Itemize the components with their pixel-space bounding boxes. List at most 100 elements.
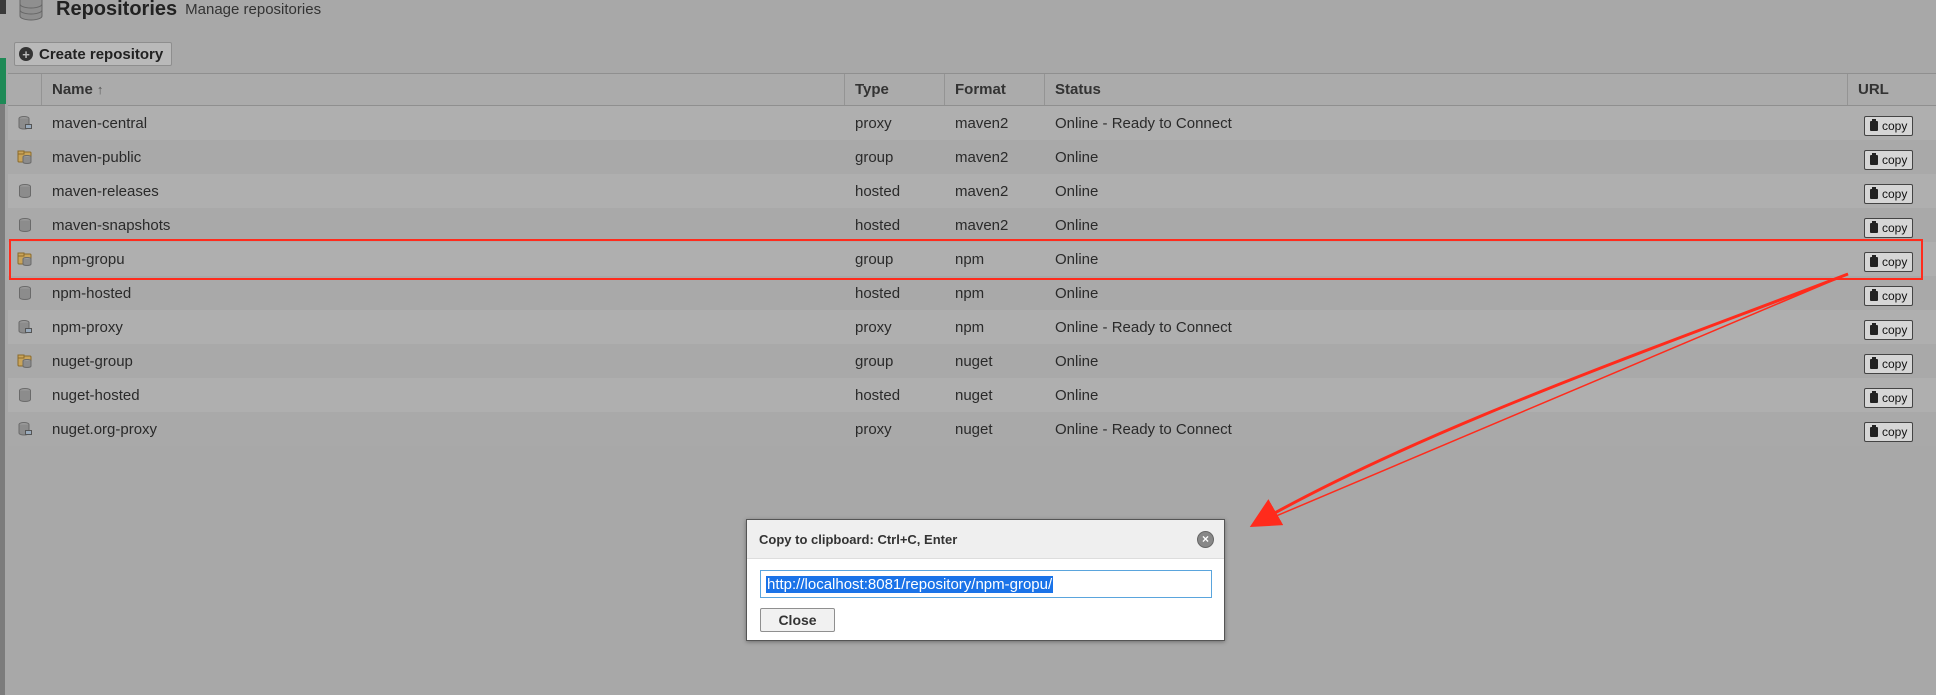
table-row[interactable]: maven-central proxy maven2 Online - Ready t… bbox=[8, 106, 1936, 140]
repo-type: hosted bbox=[855, 284, 901, 302]
repo-url-cell: copy bbox=[1848, 276, 1936, 310]
left-edge-accent bbox=[0, 58, 6, 104]
copy-label: copy bbox=[1882, 391, 1908, 405]
copy-url-button[interactable]: copy bbox=[1864, 320, 1914, 340]
clipboard-icon bbox=[1870, 425, 1878, 437]
table-row[interactable]: npm-proxy proxy npm Online - Ready to Conne… bbox=[8, 310, 1936, 344]
proxy-repo-icon bbox=[8, 412, 42, 446]
group-repo-icon bbox=[8, 242, 42, 276]
column-header-icon bbox=[8, 74, 42, 105]
copy-url-button[interactable]: copy bbox=[1864, 354, 1914, 374]
table-row[interactable]: npm-gropu group npm Online copy bbox=[8, 242, 1936, 276]
repo-format: npm bbox=[955, 250, 985, 268]
repo-status: Online bbox=[1055, 386, 1099, 404]
repo-status: Online bbox=[1055, 352, 1099, 370]
selected-url-text: http://localhost:8081/repository/npm-gro… bbox=[766, 575, 1054, 593]
clipboard-icon bbox=[1870, 289, 1878, 301]
column-header-status[interactable]: Status bbox=[1045, 74, 1848, 105]
copy-url-button[interactable]: copy bbox=[1864, 150, 1914, 170]
repo-name[interactable]: nuget-group bbox=[42, 344, 845, 378]
repo-status: Online bbox=[1055, 250, 1099, 268]
table-row[interactable]: nuget.org-proxy proxy nuget Online - Ready … bbox=[8, 412, 1936, 446]
copy-url-button[interactable]: copy bbox=[1864, 286, 1914, 306]
copy-label: copy bbox=[1882, 255, 1908, 269]
repo-format: nuget bbox=[955, 420, 993, 438]
table-row[interactable]: nuget-group group nuget Online copy bbox=[8, 344, 1936, 378]
repo-format: npm bbox=[955, 284, 985, 302]
repo-name[interactable]: maven-public bbox=[42, 140, 845, 174]
hosted-repo-icon bbox=[8, 174, 42, 208]
column-header-url[interactable]: URL bbox=[1848, 74, 1936, 105]
copy-url-button[interactable]: copy bbox=[1864, 422, 1914, 442]
copy-label: copy bbox=[1882, 221, 1908, 235]
repo-status: Online - Ready to Connect bbox=[1055, 114, 1232, 132]
repo-type: hosted bbox=[855, 182, 901, 200]
create-repository-button[interactable]: + Create repository bbox=[14, 42, 173, 66]
repo-name[interactable]: npm-hosted bbox=[42, 276, 845, 310]
copy-url-button[interactable]: copy bbox=[1864, 184, 1914, 204]
repo-name[interactable]: nuget-hosted bbox=[42, 378, 845, 412]
repo-type: group bbox=[855, 352, 894, 370]
repo-name[interactable]: nuget.org-proxy bbox=[42, 412, 845, 446]
repo-type: proxy bbox=[855, 420, 892, 438]
copy-label: copy bbox=[1882, 153, 1908, 167]
repo-url-cell: copy bbox=[1848, 106, 1936, 140]
table-row[interactable]: maven-snapshots hosted maven2 Online copy bbox=[8, 208, 1936, 242]
repo-name[interactable]: maven-central bbox=[42, 106, 845, 140]
repo-status: Online bbox=[1055, 182, 1099, 200]
repo-status: Online bbox=[1055, 216, 1099, 234]
left-edge-scroll bbox=[0, 104, 5, 695]
proxy-repo-icon bbox=[8, 310, 42, 344]
repo-status: Online bbox=[1055, 284, 1099, 302]
column-header-type[interactable]: Type bbox=[845, 74, 945, 105]
table-row[interactable]: npm-hosted hosted npm Online copy bbox=[8, 276, 1936, 310]
dialog-header: Copy to clipboard: Ctrl+C, Enter × bbox=[747, 520, 1224, 559]
repo-name[interactable]: maven-releases bbox=[42, 174, 845, 208]
table-row[interactable]: maven-public group maven2 Online copy bbox=[8, 140, 1936, 174]
clipboard-icon bbox=[1870, 391, 1878, 403]
close-icon[interactable]: × bbox=[1197, 530, 1214, 548]
repo-url-cell: copy bbox=[1848, 344, 1936, 378]
copy-url-button[interactable]: copy bbox=[1864, 116, 1914, 136]
repository-grid: Name ↑ Type Format Status URL maven-cent… bbox=[8, 73, 1936, 446]
copy-url-button[interactable]: copy bbox=[1864, 218, 1914, 238]
grid-header: Name ↑ Type Format Status URL bbox=[8, 73, 1936, 106]
repo-type: proxy bbox=[855, 114, 892, 132]
clipboard-icon bbox=[1870, 323, 1878, 335]
repo-format: npm bbox=[955, 318, 985, 336]
repo-format: maven2 bbox=[955, 182, 1009, 200]
page-title: Repositories bbox=[56, 0, 178, 20]
sort-ascending-icon: ↑ bbox=[96, 82, 104, 97]
repo-status: Online - Ready to Connect bbox=[1055, 420, 1232, 438]
hosted-repo-icon bbox=[8, 208, 42, 242]
copy-label: copy bbox=[1882, 187, 1908, 201]
repo-format: maven2 bbox=[955, 216, 1009, 234]
database-icon bbox=[19, 0, 43, 21]
grid-rows: maven-central proxy maven2 Online - Ready t… bbox=[8, 106, 1936, 446]
repo-url-cell: copy bbox=[1848, 310, 1936, 344]
copy-url-button[interactable]: copy bbox=[1864, 388, 1914, 408]
clipboard-icon bbox=[1870, 221, 1878, 233]
repo-name[interactable]: npm-proxy bbox=[42, 310, 845, 344]
column-header-format[interactable]: Format bbox=[945, 74, 1045, 105]
page-subtitle: Manage repositories bbox=[185, 1, 322, 18]
plus-circle-icon: + bbox=[19, 47, 33, 61]
column-header-name[interactable]: Name ↑ bbox=[42, 74, 845, 105]
repo-name[interactable]: maven-snapshots bbox=[42, 208, 845, 242]
repo-url-cell: copy bbox=[1848, 242, 1936, 276]
repo-type: group bbox=[855, 250, 894, 268]
copy-url-button[interactable]: copy bbox=[1864, 252, 1914, 272]
clipboard-icon bbox=[1870, 255, 1878, 267]
repo-type: hosted bbox=[855, 216, 901, 234]
copy-label: copy bbox=[1882, 357, 1908, 371]
group-repo-icon bbox=[8, 344, 42, 378]
clipboard-url-input[interactable]: http://localhost:8081/repository/npm-gro… bbox=[760, 570, 1212, 598]
copy-label: copy bbox=[1882, 119, 1908, 133]
copy-to-clipboard-dialog: Copy to clipboard: Ctrl+C, Enter × http:… bbox=[746, 519, 1225, 641]
close-button[interactable]: Close bbox=[760, 608, 835, 632]
table-row[interactable]: maven-releases hosted maven2 Online copy bbox=[8, 174, 1936, 208]
repo-name[interactable]: npm-gropu bbox=[42, 242, 845, 276]
table-row[interactable]: nuget-hosted hosted nuget Online copy bbox=[8, 378, 1936, 412]
repo-type: hosted bbox=[855, 386, 901, 404]
proxy-repo-icon bbox=[8, 106, 42, 140]
